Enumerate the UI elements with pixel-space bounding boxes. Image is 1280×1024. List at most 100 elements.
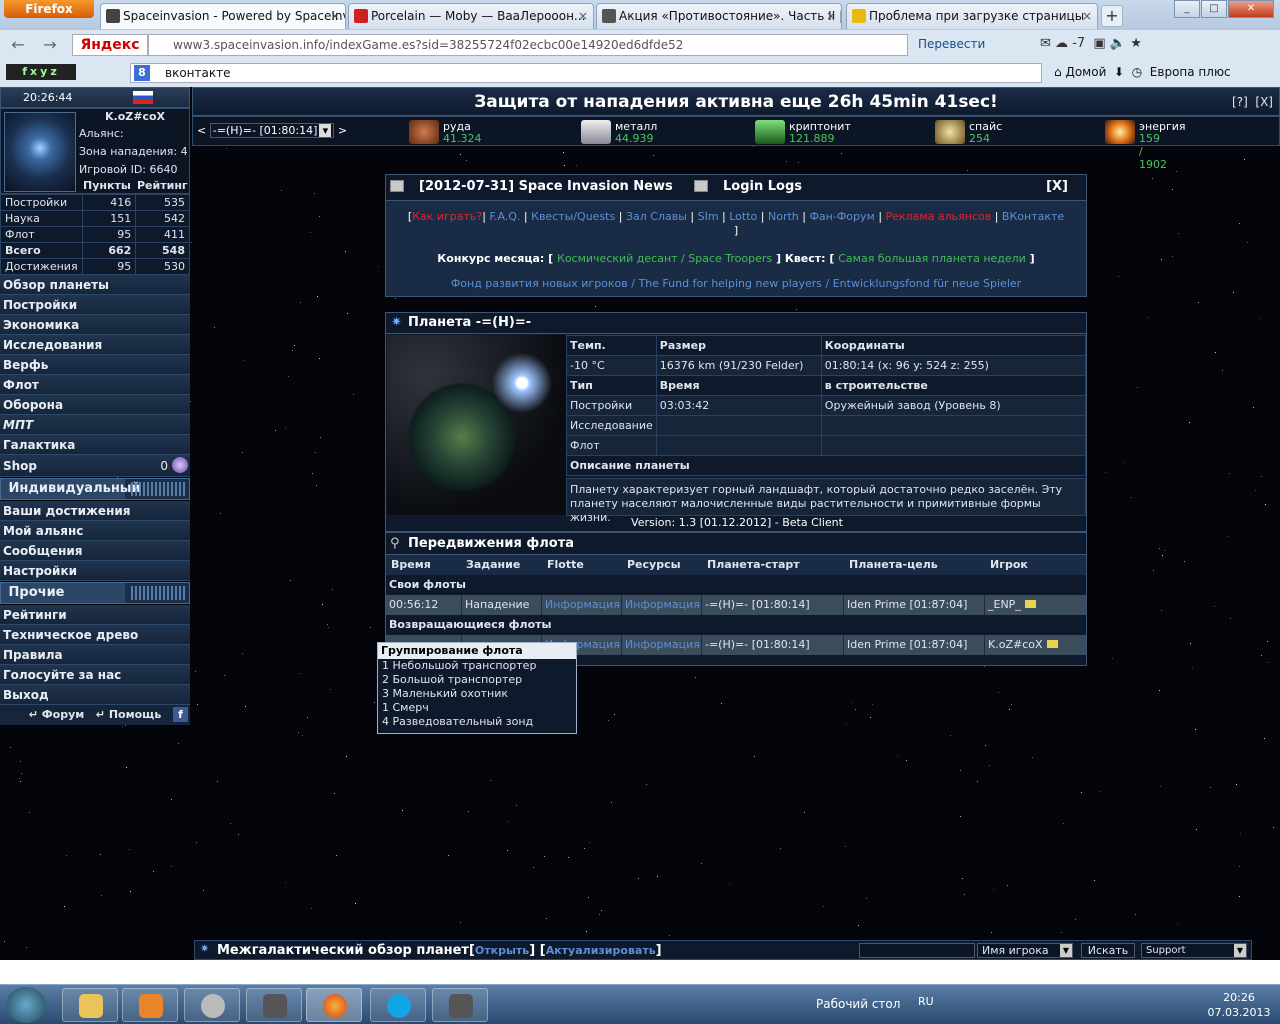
- volume-icon[interactable]: 🔈: [1110, 36, 1126, 51]
- close-tab-icon[interactable]: ×: [578, 4, 588, 28]
- forum-link[interactable]: Форум: [42, 708, 85, 721]
- update-link[interactable]: Актуализировать: [546, 944, 656, 957]
- link-fan-forum[interactable]: Фан-Форум: [809, 210, 874, 223]
- maximize-button[interactable]: □: [1201, 0, 1227, 18]
- fleet-player[interactable]: K.oZ#coX: [985, 635, 1086, 655]
- buildings-item[interactable]: Оружейный завод (Уровень 8): [820, 395, 1087, 416]
- player-search-input[interactable]: [859, 943, 975, 958]
- fleet-start[interactable]: -=(H)=- [01:80:14]: [702, 635, 844, 655]
- news-close-button[interactable]: [X]: [1046, 175, 1068, 199]
- fxyz-brand[interactable]: fxyz: [6, 64, 76, 80]
- menu-vote[interactable]: Голосуйте за нас: [0, 665, 190, 685]
- menu-achievements[interactable]: Ваши достижения: [0, 501, 190, 521]
- bookmark-europa[interactable]: Европа плюс: [1150, 65, 1231, 79]
- close-window-button[interactable]: ✕: [1228, 0, 1274, 18]
- help-link[interactable]: Помощь: [109, 708, 161, 721]
- link-lotto[interactable]: Lotto: [729, 210, 757, 223]
- menu-logout[interactable]: Выход: [0, 685, 190, 705]
- home-link[interactable]: Домой: [1065, 65, 1106, 79]
- link-alliance-ads[interactable]: Реклама альянсов: [886, 210, 992, 223]
- taskbar-media[interactable]: [122, 988, 178, 1022]
- menu-my-alliance[interactable]: Мой альянс: [0, 521, 190, 541]
- firefox-menu-button[interactable]: Firefox: [4, 0, 94, 18]
- fleet-player[interactable]: _ENP_: [985, 595, 1086, 615]
- fleet-target[interactable]: Iden Prime [01:87:04]: [844, 595, 985, 615]
- menu-shop[interactable]: Shop 0: [0, 455, 190, 477]
- forward-icon[interactable]: →: [40, 35, 60, 55]
- russian-flag-icon[interactable]: [133, 91, 153, 104]
- section-other[interactable]: Прочие: [0, 582, 190, 604]
- yandex-logo[interactable]: Яндекс: [72, 34, 148, 56]
- toolbar-search-input[interactable]: 8 вконтакте: [130, 63, 1042, 83]
- close-tab-icon[interactable]: ×: [330, 4, 340, 28]
- close-button[interactable]: [X]: [1255, 95, 1273, 109]
- url-bar[interactable]: www3.spaceinvasion.info/indexGame.es?sid…: [148, 34, 908, 56]
- support-select[interactable]: Support ▼: [1141, 943, 1247, 958]
- tab-porcelain[interactable]: Porcelain — Moby — ВааЛерооон... ×: [348, 3, 594, 29]
- open-link[interactable]: Открыть: [475, 944, 529, 957]
- planet-selector[interactable]: < -=(H)=- [01:80:14] ▾ >: [197, 123, 347, 138]
- tab-problem[interactable]: Проблема при загрузке страницы ×: [846, 3, 1098, 29]
- taskbar-firefox[interactable]: [306, 988, 362, 1022]
- menu-defense[interactable]: Оборона: [0, 395, 190, 415]
- taskbar-wot[interactable]: [246, 988, 302, 1022]
- player-avatar[interactable]: [4, 112, 76, 192]
- mail-icon[interactable]: [1046, 640, 1058, 648]
- fund-link[interactable]: Фонд развития новых игроков / The Fund f…: [386, 277, 1086, 290]
- taskbar-skype[interactable]: [370, 988, 426, 1022]
- menu-messages[interactable]: Сообщения: [0, 541, 190, 561]
- resources-info-link[interactable]: Информация: [622, 595, 702, 615]
- minimize-button[interactable]: _: [1174, 0, 1200, 18]
- menu-research[interactable]: Исследования: [0, 335, 190, 355]
- menu-mpt[interactable]: МПТ: [0, 415, 190, 435]
- search-type-select[interactable]: Имя игрока ▼: [977, 943, 1073, 958]
- menu-planet-overview[interactable]: Обзор планеты: [0, 275, 190, 295]
- link-quests[interactable]: Квесты/Quests: [531, 210, 615, 223]
- menu-galaxy[interactable]: Галактика: [0, 435, 190, 455]
- taskbar-wot2[interactable]: [432, 988, 488, 1022]
- search-button[interactable]: Искать: [1081, 943, 1135, 958]
- login-logs-link[interactable]: Login Logs: [723, 175, 802, 199]
- taskbar-disc[interactable]: [184, 988, 240, 1022]
- menu-fleet[interactable]: Флот: [0, 375, 190, 395]
- facebook-icon[interactable]: f: [173, 707, 188, 722]
- resources-info-link[interactable]: Информация: [622, 635, 702, 655]
- link-vkontakte[interactable]: ВКонтакте: [1002, 210, 1064, 223]
- link-north[interactable]: North: [768, 210, 799, 223]
- player-name[interactable]: K.oZ#coX: [105, 110, 165, 123]
- bookmark-star-icon[interactable]: ★: [1130, 36, 1142, 51]
- menu-economy[interactable]: Экономика: [0, 315, 190, 335]
- contest-link[interactable]: Космический десант / Space Troopers: [557, 252, 772, 265]
- desktop-toolbar[interactable]: Рабочий стол: [816, 997, 900, 1011]
- extension-icon[interactable]: ▣: [1093, 36, 1105, 51]
- planet-image[interactable]: [387, 335, 566, 515]
- start-button[interactable]: [6, 987, 46, 1023]
- fleet-start[interactable]: -=(H)=- [01:80:14]: [702, 595, 844, 615]
- language-indicator[interactable]: RU: [918, 995, 934, 1008]
- planet-select[interactable]: -=(H)=- [01:80:14] ▾: [209, 123, 335, 138]
- mail-icon[interactable]: [1024, 600, 1036, 608]
- taskbar-explorer[interactable]: [62, 988, 118, 1022]
- translate-button[interactable]: Перевести: [912, 35, 991, 53]
- menu-settings[interactable]: Настройки: [0, 561, 190, 581]
- link-hall-of-fame[interactable]: Зал Славы: [626, 210, 687, 223]
- menu-shipyard[interactable]: Верфь: [0, 355, 190, 375]
- tab-spaceinvasion[interactable]: Spaceinvasion - Powered by SpaceInv... ×: [100, 3, 346, 29]
- menu-buildings[interactable]: Постройки: [0, 295, 190, 315]
- mail-icon[interactable]: ✉: [1040, 36, 1051, 51]
- fleet-info-link[interactable]: Информация: [542, 595, 622, 615]
- link-sim[interactable]: SIm: [698, 210, 719, 223]
- menu-rules[interactable]: Правила: [0, 645, 190, 665]
- close-tab-icon[interactable]: ×: [826, 4, 836, 28]
- new-tab-button[interactable]: +: [1101, 5, 1123, 27]
- fleet-target[interactable]: Iden Prime [01:87:04]: [844, 635, 985, 655]
- menu-rankings[interactable]: Рейтинги: [0, 605, 190, 625]
- close-tab-icon[interactable]: ×: [1082, 4, 1092, 28]
- help-button[interactable]: [?]: [1232, 95, 1248, 109]
- section-individual[interactable]: Индивидуальный: [0, 478, 190, 500]
- tab-aktsiya[interactable]: Акция «Противостояние». Часть II | ... ×: [596, 3, 842, 29]
- weather-icon[interactable]: ☁: [1055, 36, 1068, 51]
- link-faq[interactable]: F.A.Q.: [489, 210, 520, 223]
- link-how-to-play[interactable]: Как играть?: [412, 210, 482, 223]
- menu-tech-tree[interactable]: Техническое древо: [0, 625, 190, 645]
